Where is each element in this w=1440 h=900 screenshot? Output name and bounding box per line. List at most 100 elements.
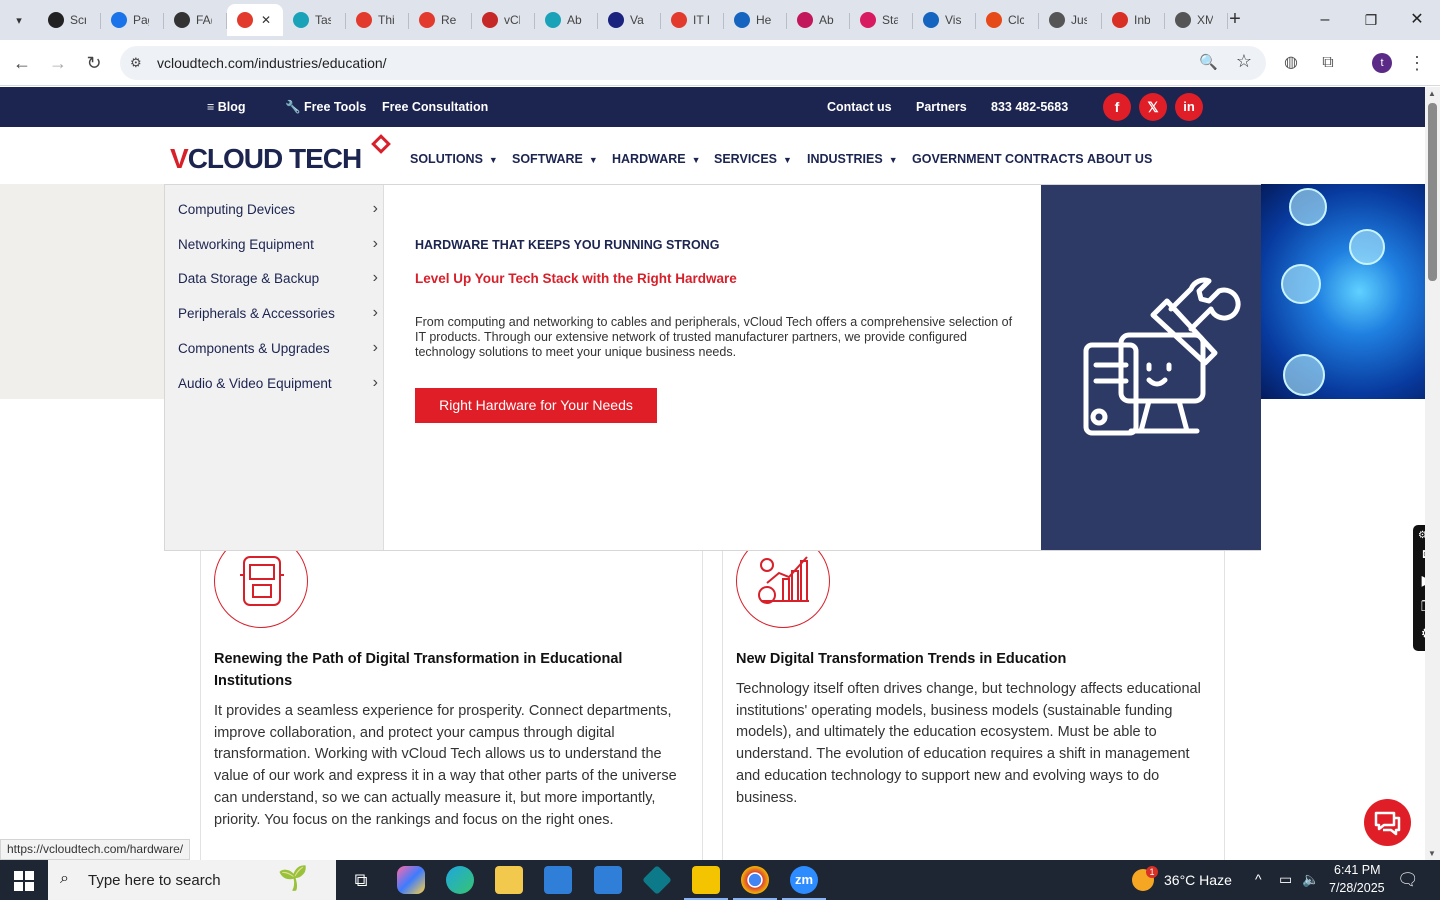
windows-start-icon[interactable]: [14, 871, 34, 891]
copilot-icon[interactable]: [397, 866, 425, 894]
browser-tab[interactable]: Scr: [38, 4, 101, 36]
address-bar[interactable]: ⚙ vcloudtech.com/industries/education/ 🔍…: [120, 46, 1266, 80]
browser-tab[interactable]: Jus: [1039, 4, 1102, 36]
browser-tab[interactable]: vCl: [472, 4, 535, 36]
weather-text[interactable]: 36°C Haze: [1164, 872, 1232, 888]
browser-tab[interactable]: FA(: [164, 4, 227, 36]
edge-icon[interactable]: [446, 866, 474, 894]
tab-title: He: [756, 13, 772, 27]
task-view-icon[interactable]: ⧉: [347, 866, 375, 894]
minimize-button[interactable]: –: [1302, 6, 1348, 34]
browser-tab[interactable]: Rei: [409, 4, 472, 36]
tab-favicon-icon: [48, 12, 64, 28]
contact-us-link[interactable]: Contact us: [827, 100, 892, 114]
network-icon[interactable]: ▭: [1279, 871, 1292, 888]
browser-tab[interactable]: Ab: [787, 4, 850, 36]
browser-tab[interactable]: Va: [598, 4, 661, 36]
nav-item-label: HARDWARE: [612, 152, 686, 166]
status-bar-url: https://vcloudtech.com/hardware/: [0, 839, 191, 860]
profile-avatar[interactable]: t: [1372, 53, 1392, 73]
nav-software[interactable]: SOFTWARE ▼: [512, 152, 598, 166]
volume-icon[interactable]: 🔈: [1302, 871, 1319, 888]
microsoft-store-icon[interactable]: [544, 866, 572, 894]
browser-tab[interactable]: ✕: [227, 4, 283, 36]
linkedin-icon[interactable]: in: [1175, 93, 1203, 121]
tab-title: Thi: [378, 13, 394, 27]
nav-industries[interactable]: INDUSTRIES ▼: [807, 152, 898, 166]
taskbar-search-box[interactable]: ⌕ Type here to search 🌱: [48, 860, 336, 900]
nav-government-contracts[interactable]: GOVERNMENT CONTRACTS: [912, 152, 1084, 166]
tab-favicon-icon: [986, 12, 1002, 28]
tab-search-button[interactable]: ▾: [6, 8, 32, 32]
tab-favicon-icon: [237, 12, 253, 28]
address-bar-url[interactable]: vcloudtech.com/industries/education/: [157, 55, 387, 71]
chevron-right-icon: ›: [372, 269, 378, 287]
browser-tab[interactable]: He: [724, 4, 787, 36]
hardware-category-item[interactable]: Components & Upgrades ›: [178, 339, 378, 356]
back-arrow-icon[interactable]: ←: [10, 51, 34, 75]
browser-tab[interactable]: Inb: [1102, 4, 1165, 36]
extensions-puzzle-icon[interactable]: ⧉: [1317, 52, 1339, 74]
browser-tab[interactable]: XM: [1165, 4, 1228, 36]
close-window-button[interactable]: ✕: [1394, 6, 1440, 34]
chrome-icon[interactable]: [733, 866, 777, 900]
hardware-category-item[interactable]: Networking Equipment ›: [178, 235, 378, 252]
show-hidden-icons-icon[interactable]: ^: [1255, 871, 1262, 887]
scroll-down-icon[interactable]: ▼: [1428, 849, 1436, 858]
free-tools-link[interactable]: 🔧 Free Tools: [285, 100, 366, 115]
card-renewing-path: Renewing the Path of Digital Transformat…: [200, 534, 703, 870]
tab-favicon-icon: [1175, 12, 1191, 28]
browser-tab[interactable]: Clc: [976, 4, 1039, 36]
hardware-category-item[interactable]: Audio & Video Equipment ›: [178, 374, 378, 391]
nav-hardware[interactable]: HARDWARE ▼: [612, 152, 701, 166]
search-icon: ⌕: [60, 870, 69, 887]
hardware-category-item[interactable]: Computing Devices ›: [178, 200, 378, 217]
chrome-menu-icon[interactable]: ⋮: [1406, 52, 1428, 74]
tab-title: Clc: [1008, 13, 1024, 27]
sticky-notes-icon[interactable]: [684, 866, 728, 900]
browser-tab[interactable]: Sta: [850, 4, 913, 36]
blog-link[interactable]: ≡ Blog: [207, 100, 246, 114]
browser-tab[interactable]: Pag: [101, 4, 164, 36]
vcloud-tech-logo[interactable]: VCLOUD TECH: [170, 134, 391, 175]
notifications-icon[interactable]: 🗨: [1397, 870, 1419, 890]
close-tab-icon[interactable]: ✕: [261, 13, 271, 27]
translate-icon[interactable]: ◍: [1280, 52, 1302, 74]
tab-favicon-icon: [860, 12, 876, 28]
nav-services[interactable]: SERVICES ▼: [714, 152, 792, 166]
zoom-app-icon[interactable]: zm: [782, 866, 826, 900]
new-tab-button[interactable]: +: [1224, 8, 1246, 30]
nav-solutions[interactable]: SOLUTIONS ▼: [410, 152, 498, 166]
browser-tab[interactable]: Ab: [535, 4, 598, 36]
browser-tab[interactable]: Vis: [913, 4, 976, 36]
scrollbar-thumb[interactable]: [1428, 103, 1437, 281]
free-consultation-link[interactable]: Free Consultation: [382, 100, 488, 114]
partners-link[interactable]: Partners: [916, 100, 967, 114]
clock-date[interactable]: 7/28/2025: [1329, 881, 1385, 895]
nav-about-us[interactable]: ABOUT US: [1087, 152, 1152, 166]
reload-icon[interactable]: ↻: [82, 51, 106, 75]
site-settings-icon[interactable]: ⚙: [130, 55, 142, 71]
hardware-category-item[interactable]: Peripherals & Accessories ›: [178, 304, 378, 321]
zoom-icon[interactable]: 🔍: [1199, 53, 1218, 71]
browser-tab[interactable]: IT I: [661, 4, 724, 36]
page-scrollbar[interactable]: ▲ ▼: [1425, 87, 1440, 860]
browser-tab[interactable]: Tas: [283, 4, 346, 36]
clock-time[interactable]: 6:41 PM: [1334, 863, 1381, 877]
hardware-category-item[interactable]: Data Storage & Backup ›: [178, 269, 378, 287]
mail-icon[interactable]: [594, 866, 622, 894]
category-label: Networking Equipment: [178, 236, 314, 252]
file-explorer-icon[interactable]: [495, 866, 523, 894]
browser-tab-strip: ▾ Scr Pag FA(✕ Tas Thi Rei vCl Ab Va IT I He Ab Sta V…: [0, 0, 1440, 40]
chat-button[interactable]: [1364, 799, 1411, 846]
phone-link[interactable]: 833 482-5683: [991, 100, 1068, 114]
facebook-icon[interactable]: f: [1103, 93, 1131, 121]
bookmark-star-icon[interactable]: ☆: [1236, 51, 1252, 72]
scroll-up-icon[interactable]: ▲: [1428, 89, 1436, 98]
app-diamond-icon[interactable]: [642, 865, 672, 895]
x-twitter-icon[interactable]: 𝕏: [1139, 93, 1167, 121]
browser-tab[interactable]: Thi: [346, 4, 409, 36]
forward-arrow-icon[interactable]: →: [46, 51, 70, 75]
maximize-button[interactable]: ❐: [1348, 6, 1394, 34]
right-hardware-button[interactable]: Right Hardware for Your Needs: [415, 388, 657, 423]
